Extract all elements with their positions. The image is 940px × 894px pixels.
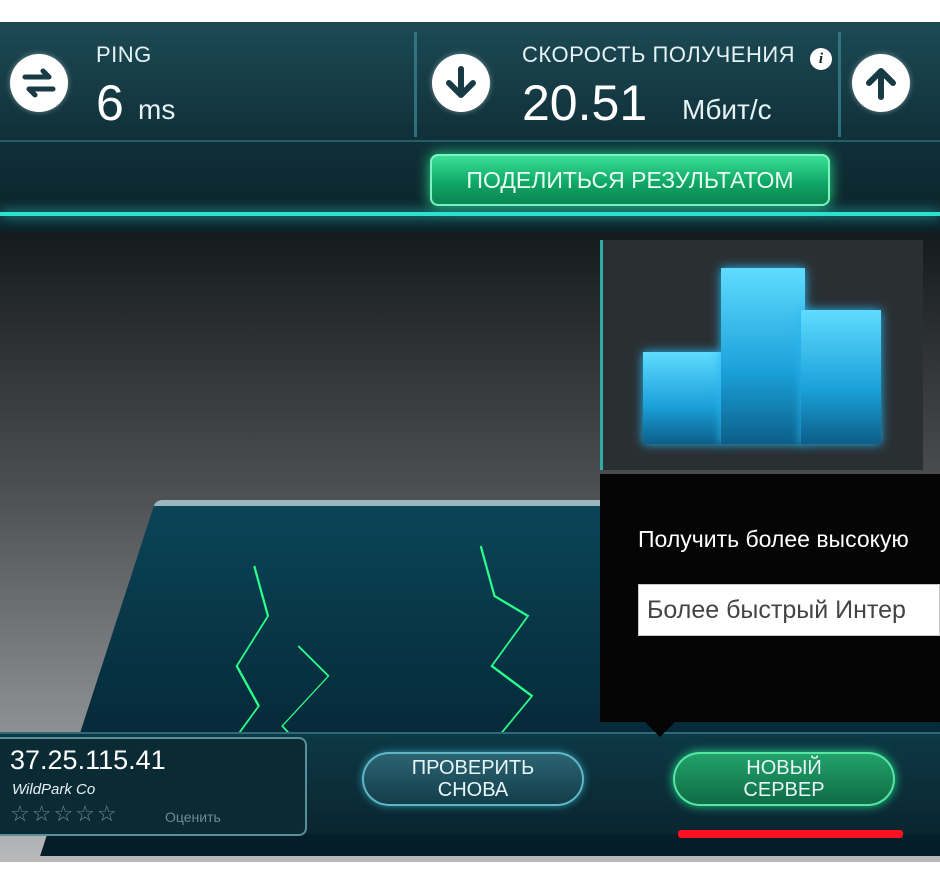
header-divider bbox=[838, 32, 841, 137]
server-info: 37.25.115.41 WildPark Co ☆☆☆☆☆ Оценить bbox=[0, 737, 307, 836]
ip-address: 37.25.115.41 bbox=[10, 745, 166, 775]
speedtest-app: PING 6 ms СКОРОСТЬ ПОЛУЧЕНИЯ i 20.51 Мби… bbox=[0, 22, 940, 862]
retest-label-line1: ПРОВЕРИТЬ bbox=[411, 757, 535, 779]
new-server-label-line2: СЕРВЕР bbox=[743, 779, 825, 801]
speed-chart-panel bbox=[600, 240, 923, 470]
popup-title: Получить более высокую bbox=[638, 526, 909, 552]
rate-label[interactable]: Оценить bbox=[165, 809, 221, 825]
download-unit: Мбит/с bbox=[682, 94, 772, 125]
ping-label: PING bbox=[96, 42, 152, 67]
retest-label-line2: СНОВА bbox=[437, 779, 509, 801]
upsell-popup: Получить более высокую Более быстрый Инт… bbox=[600, 474, 940, 722]
ping-value: 6 bbox=[96, 75, 124, 131]
share-result-button[interactable]: ПОДЕЛИТЬСЯ РЕЗУЛЬТАТОМ bbox=[430, 154, 830, 206]
header-glow-line bbox=[0, 212, 940, 216]
retest-button[interactable]: ПРОВЕРИТЬ СНОВА bbox=[362, 752, 584, 806]
upload-arrow-icon bbox=[852, 54, 910, 112]
new-server-label-line1: НОВЫЙ bbox=[746, 757, 822, 779]
ping-unit: ms bbox=[138, 94, 176, 125]
isp-name: WildPark Co bbox=[12, 781, 96, 798]
download-label: СКОРОСТЬ ПОЛУЧЕНИЯ bbox=[522, 42, 796, 67]
highlight-underline bbox=[678, 830, 903, 838]
chart-bar bbox=[643, 352, 723, 444]
header-divider bbox=[414, 32, 417, 137]
download-value: 20.51 bbox=[522, 75, 648, 131]
ping-arrows-icon bbox=[10, 54, 68, 112]
download-arrow-icon bbox=[432, 54, 490, 112]
popup-pointer bbox=[640, 717, 680, 737]
new-server-button[interactable]: НОВЫЙ СЕРВЕР bbox=[673, 752, 895, 806]
results-header: PING 6 ms СКОРОСТЬ ПОЛУЧЕНИЯ i 20.51 Мби… bbox=[0, 22, 940, 232]
chart-bar bbox=[801, 310, 881, 444]
chart-bar bbox=[721, 268, 805, 444]
popup-offer-field[interactable]: Более быстрый Интер bbox=[638, 584, 940, 636]
info-icon[interactable]: i bbox=[810, 48, 832, 70]
rating-stars[interactable]: ☆☆☆☆☆ bbox=[10, 801, 119, 827]
